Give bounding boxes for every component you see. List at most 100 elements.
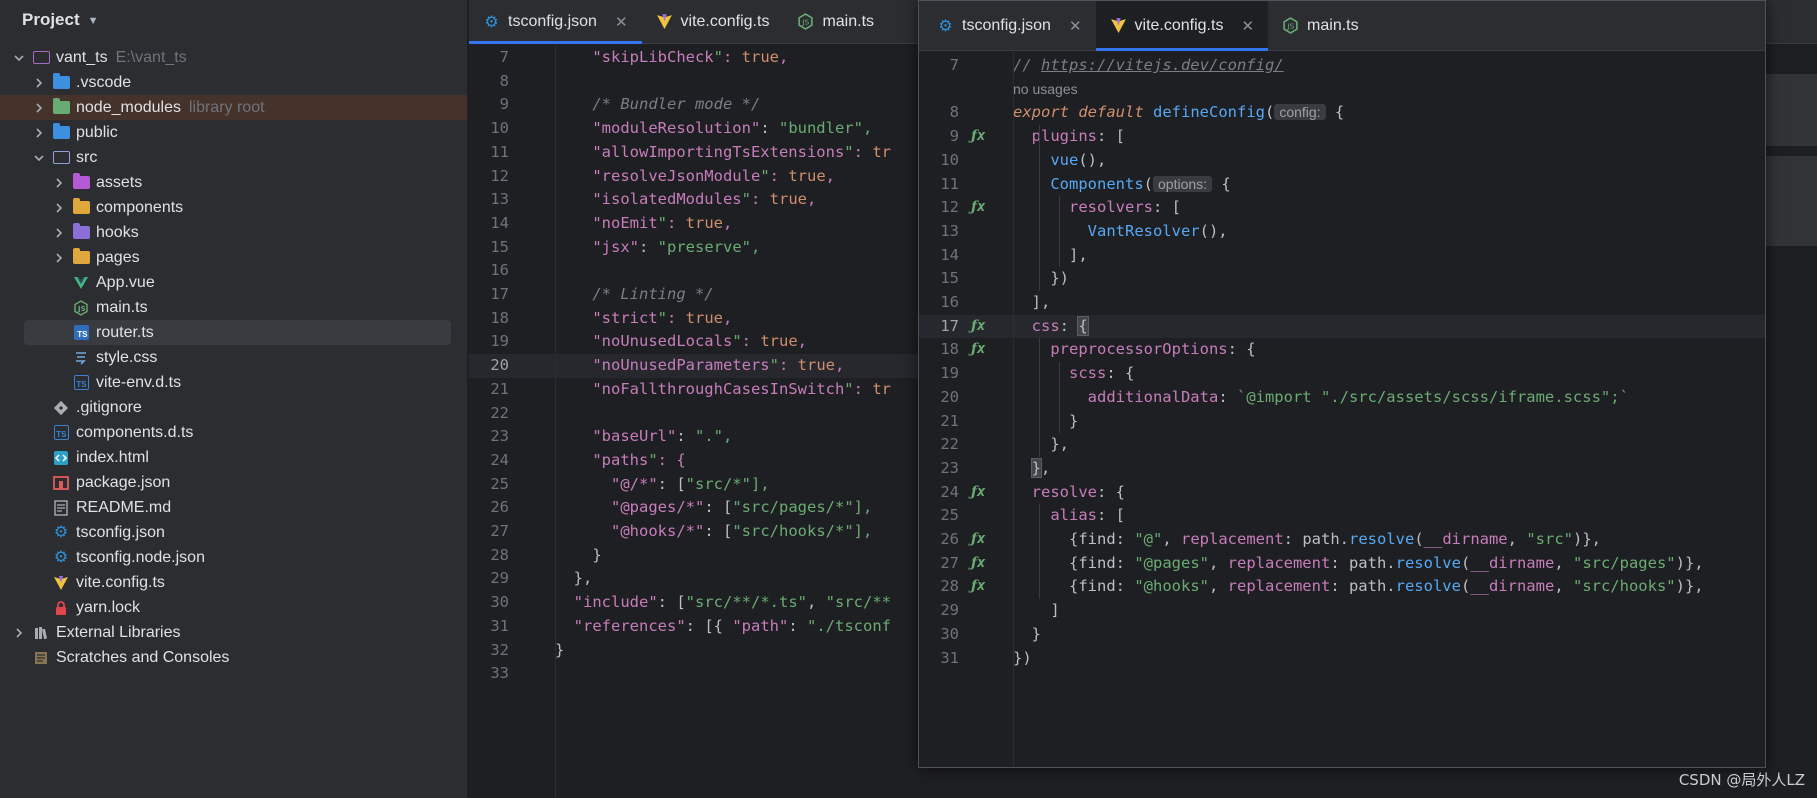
tab-vite-config-ts[interactable]: vite.config.ts	[642, 0, 784, 43]
svg-text:JS: JS	[802, 18, 810, 27]
code-line: "jsx": "preserve",	[592, 237, 761, 256]
tab-tsconfig-json[interactable]: ⚙ tsconfig.json ✕	[469, 0, 642, 44]
close-icon[interactable]: ✕	[1069, 17, 1082, 35]
tree-item-hooks[interactable]: hooks	[0, 220, 467, 245]
function-gutter-icon[interactable]: ƒx	[971, 338, 985, 362]
chevron-right-icon[interactable]	[52, 177, 66, 189]
tree-item-vant-ts[interactable]: vant_ts E:\vant_ts	[0, 45, 467, 70]
tab-vite-config-ts[interactable]: vite.config.ts ✕	[1095, 1, 1269, 51]
function-gutter-icon[interactable]: ƒx	[971, 125, 985, 149]
line-number: 11	[940, 174, 959, 193]
chevron-down-icon[interactable]	[12, 52, 26, 64]
close-icon[interactable]: ✕	[615, 13, 628, 31]
tree-item-pages[interactable]: pages	[0, 245, 467, 270]
line-number: 14	[940, 245, 959, 264]
tree-item-gitignore[interactable]: .gitignore	[0, 395, 467, 420]
tree-item-readme-md[interactable]: README.md	[0, 495, 467, 520]
code-line: "noEmit": true,	[592, 213, 733, 232]
chevron-right-icon[interactable]	[52, 252, 66, 264]
node-file-icon: JS	[72, 299, 90, 317]
tree-item-components-d-ts[interactable]: TS components.d.ts	[0, 420, 467, 445]
code-area[interactable]: no usages 7 // https://vitejs.dev/config/8…	[919, 52, 1765, 767]
function-gutter-icon[interactable]: ƒx	[971, 196, 985, 220]
tree-item-public[interactable]: public	[0, 120, 467, 145]
function-gutter-icon[interactable]: ƒx	[971, 315, 985, 339]
line-number: 24	[940, 482, 959, 501]
tab-label: tsconfig.json	[962, 16, 1051, 34]
tree-item-label: tsconfig.json	[76, 523, 165, 541]
code-line: }	[555, 545, 602, 564]
code-line: resolve: {	[1031, 482, 1125, 501]
tree-item-yarn-lock[interactable]: yarn.lock	[0, 595, 467, 620]
line-number: 30	[490, 593, 509, 612]
tab-main-ts[interactable]: JS main.ts	[783, 0, 888, 43]
line-number: 18	[940, 340, 959, 359]
chevron-right-icon[interactable]	[52, 202, 66, 214]
tree-item-style-css[interactable]: style.css	[0, 345, 467, 370]
tree-item-vite-env-d-ts[interactable]: TS vite-env.d.ts	[0, 370, 467, 395]
line-number: 28	[940, 577, 959, 596]
code-line: "strict": true,	[592, 308, 733, 327]
code-line: additionalData: `@import "./src/assets/s…	[1087, 387, 1629, 406]
chevron-down-icon[interactable]: ▼	[88, 15, 99, 27]
line-number: 7	[499, 48, 509, 66]
code-line: })	[1013, 648, 1032, 667]
tree-item-external-libraries[interactable]: External Libraries	[0, 620, 467, 645]
tree-item-label: src	[76, 148, 98, 166]
tab-tsconfig-json[interactable]: ⚙ tsconfig.json ✕	[923, 1, 1096, 50]
chevron-right-icon[interactable]	[32, 77, 46, 89]
code-line: vue(),	[1050, 150, 1107, 169]
close-icon[interactable]: ✕	[1241, 17, 1254, 35]
tree-item-app-vue[interactable]: App.vue	[0, 270, 467, 295]
tree-item-vscode[interactable]: .vscode	[0, 70, 467, 95]
code-area[interactable]: 7 "skipLibCheck": true, 8 9 /* Bundler mod…	[469, 44, 929, 798]
tree-item-src[interactable]: src	[0, 145, 467, 170]
usage-hint[interactable]: no usages	[1013, 78, 1078, 102]
line-number: 8	[949, 103, 959, 122]
line-number: 29	[490, 569, 509, 588]
function-gutter-icon[interactable]: ƒx	[971, 528, 985, 552]
tree-item-vite-config-ts[interactable]: vite.config.ts	[0, 570, 467, 595]
assets-folder-icon	[72, 173, 90, 192]
tree-item-scratches-and-consoles[interactable]: Scratches and Consoles	[0, 645, 467, 670]
function-gutter-icon[interactable]: ƒx	[971, 481, 985, 505]
tree-item-label: App.vue	[96, 273, 155, 291]
chevron-right-icon[interactable]	[32, 127, 46, 139]
line-number: 7	[949, 56, 959, 74]
chevron-right-icon[interactable]	[32, 102, 46, 114]
line-number: 21	[940, 411, 959, 430]
chevron-right-icon[interactable]	[12, 627, 26, 639]
chevron-down-icon[interactable]	[32, 152, 46, 164]
code-line: {find: "@", replacement: path.resolve(__…	[1013, 530, 1601, 548]
tsconfig-icon: ⚙	[53, 548, 69, 566]
tree-item-label: components	[96, 198, 184, 216]
chevron-right-icon[interactable]	[52, 227, 66, 239]
tab-label: vite.config.ts	[1134, 16, 1224, 34]
npm-file-icon	[52, 474, 70, 492]
tree-item-label: vant_ts	[56, 48, 108, 66]
tree-item-node-modules[interactable]: node_modules library root	[0, 95, 467, 120]
tree-item-assets[interactable]: assets	[0, 170, 467, 195]
node-modules-folder-icon	[52, 98, 70, 117]
function-gutter-icon[interactable]: ƒx	[971, 552, 985, 576]
function-gutter-icon[interactable]: ƒx	[971, 575, 985, 599]
project-view-selector[interactable]: Project ▼	[0, 0, 467, 40]
tree-item-components[interactable]: components	[0, 195, 467, 220]
tree-item-label: components.d.ts	[76, 423, 194, 441]
code-line: "references": [{ "path": "./tsconf	[573, 616, 891, 635]
tree-item-tsconfig-node-json[interactable]: ⚙ tsconfig.node.json	[0, 545, 467, 570]
tree-item-main-ts[interactable]: JS main.ts	[0, 295, 467, 320]
code-line: })	[1013, 269, 1069, 288]
code-line: Components(options: {	[1050, 174, 1231, 193]
project-tool-window: Project ▼ vant_ts E:\vant_ts .vscode node_m…	[0, 0, 468, 798]
tree-item-package-json[interactable]: package.json	[0, 470, 467, 495]
tree-item-router-ts[interactable]: TS router.ts	[0, 320, 467, 345]
line-number: 9	[949, 127, 959, 146]
tree-item-tsconfig-json[interactable]: ⚙ tsconfig.json	[0, 520, 467, 545]
tree-item-label: .vscode	[76, 73, 132, 91]
tab-main-ts[interactable]: JS main.ts	[1268, 1, 1373, 50]
line-number: 33	[490, 664, 509, 683]
tree-item-index-html[interactable]: index.html	[0, 445, 467, 470]
line-number: 30	[940, 624, 959, 643]
line-number: 29	[940, 601, 959, 620]
